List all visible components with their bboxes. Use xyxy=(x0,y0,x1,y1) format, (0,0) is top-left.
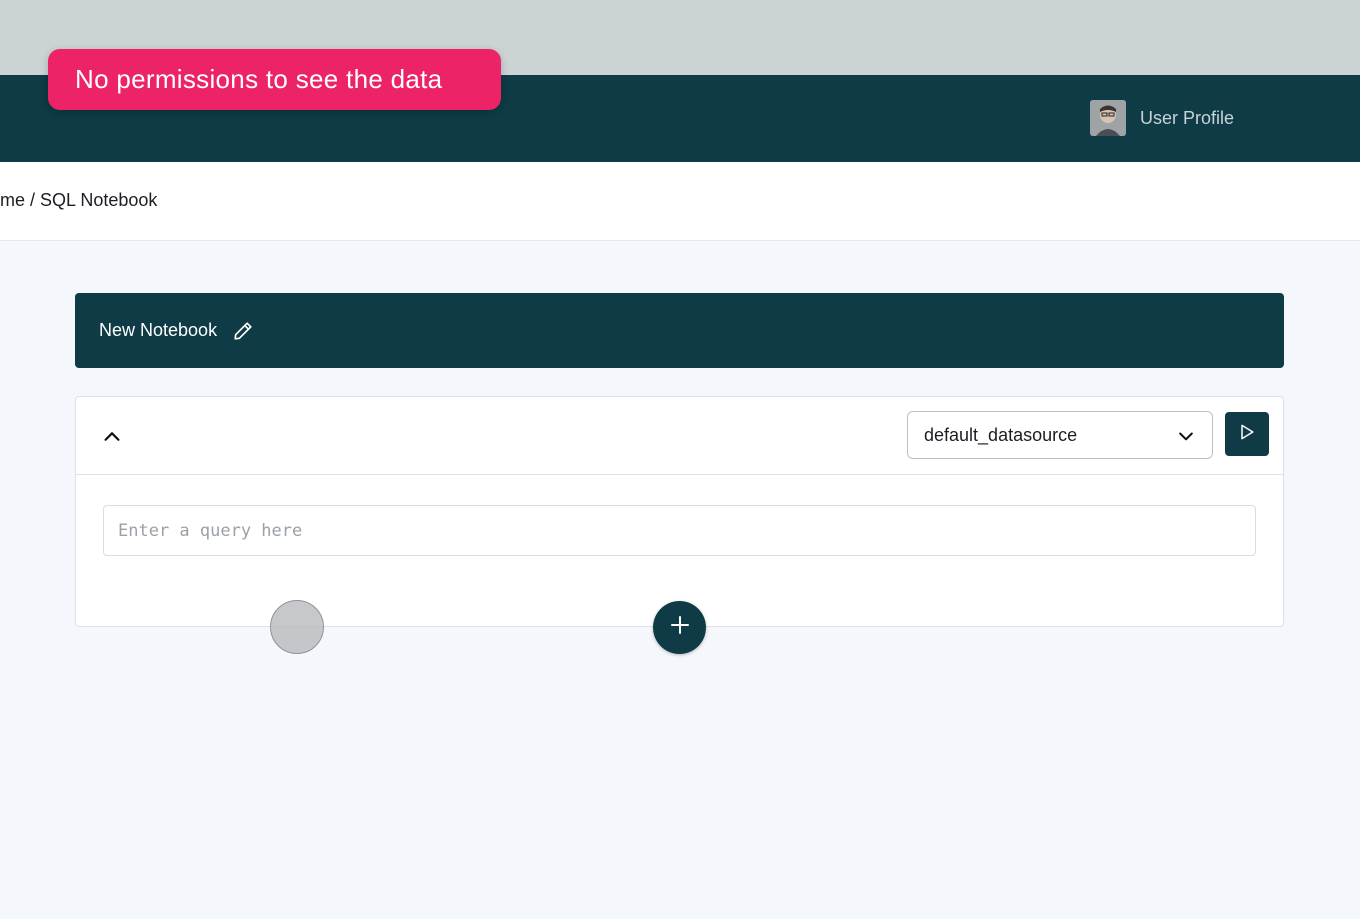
notebook-title-bar: New Notebook xyxy=(75,293,1284,368)
run-query-button[interactable] xyxy=(1225,412,1269,456)
play-icon xyxy=(1237,422,1257,447)
error-toast: No permissions to see the data xyxy=(48,49,501,110)
datasource-select[interactable]: default_datasource xyxy=(907,411,1213,459)
add-cell-button[interactable] xyxy=(653,601,706,654)
toast-message: No permissions to see the data xyxy=(75,64,443,94)
chevron-up-icon[interactable] xyxy=(98,423,126,451)
chevron-down-icon xyxy=(1176,426,1196,446)
query-cell: default_datasource xyxy=(75,396,1284,627)
user-profile-link[interactable]: User Profile xyxy=(1090,100,1234,136)
pointer-cursor-indicator xyxy=(270,600,324,654)
plus-icon xyxy=(668,613,692,642)
cell-header: default_datasource xyxy=(76,397,1283,475)
datasource-selected: default_datasource xyxy=(924,424,1078,445)
user-avatar xyxy=(1090,100,1126,136)
pencil-icon[interactable] xyxy=(231,319,255,343)
user-profile-label: User Profile xyxy=(1140,107,1235,128)
query-input[interactable] xyxy=(103,505,1256,556)
breadcrumb: me / SQL Notebook xyxy=(0,190,158,210)
notebook-title: New Notebook xyxy=(99,320,218,340)
breadcrumb-bar: me / SQL Notebook xyxy=(0,162,1360,241)
